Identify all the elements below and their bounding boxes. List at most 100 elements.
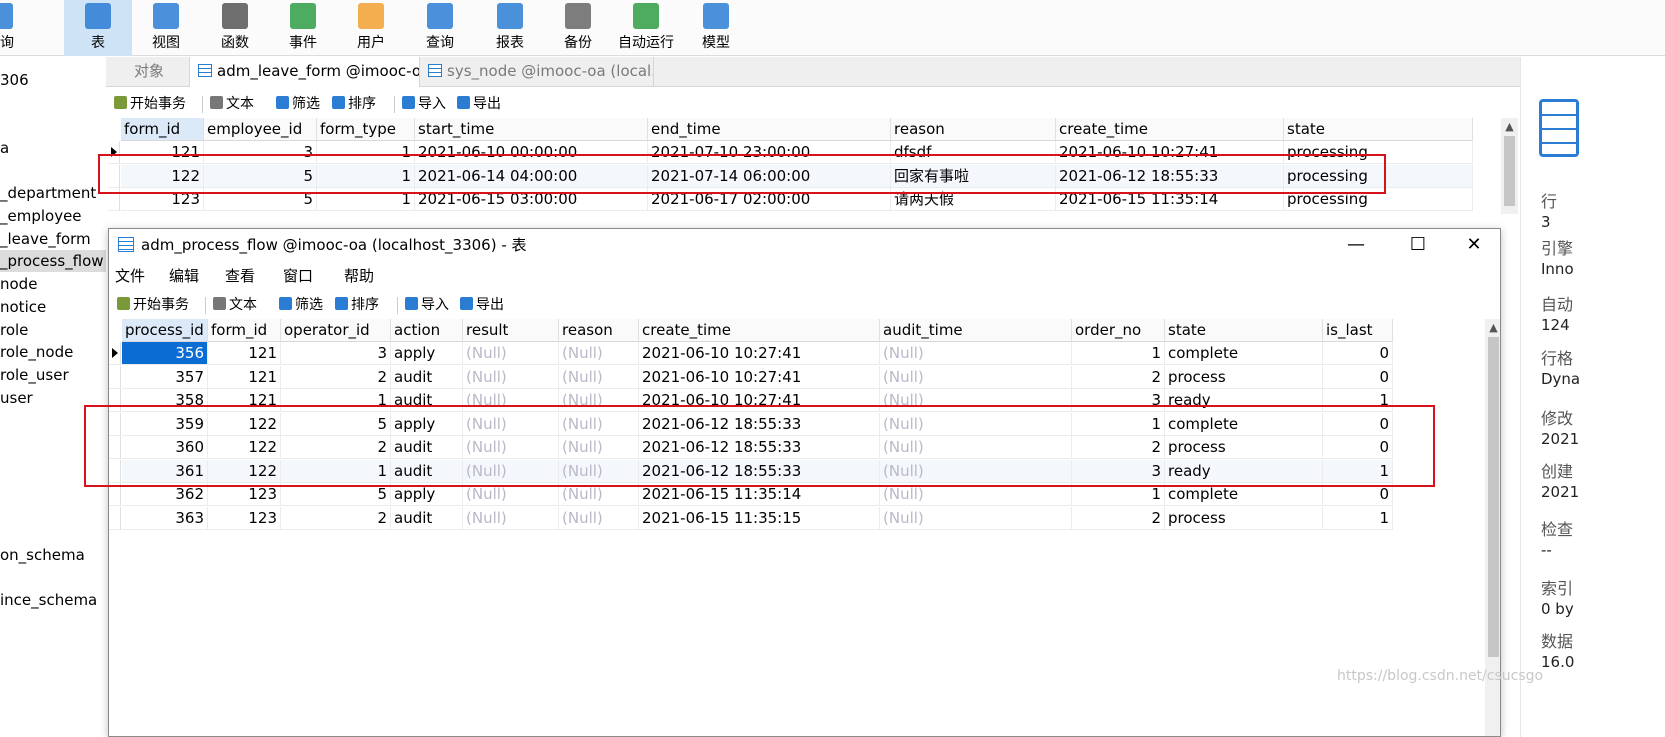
column-header-is-last[interactable]: is_last [1323,319,1393,342]
table-cell[interactable]: (Null) [880,365,1072,389]
row-indicator[interactable] [108,164,120,188]
table-cell[interactable]: (Null) [463,483,559,506]
window-title-bar[interactable]: adm_process_flow @imooc-oa (localhost_33… [109,229,1500,261]
row-indicator[interactable] [109,342,121,365]
table-cell[interactable]: 2 [1072,365,1165,389]
table-cell[interactable]: 1 [1072,412,1165,436]
table-cell[interactable]: 2021-06-12 18:55:33 [1056,164,1284,188]
close-button[interactable]: ✕ [1449,229,1499,261]
table-cell[interactable]: 1 [1323,389,1393,412]
import-button[interactable]: 导入 [402,94,446,114]
tree-item[interactable]: 306 [0,69,106,91]
table-cell[interactable]: (Null) [559,459,639,483]
table-cell[interactable]: 2021-06-17 02:00:00 [648,188,891,211]
tree-item[interactable]: ince_schema [0,589,106,611]
table-cell[interactable]: 122 [208,459,281,483]
table-cell[interactable]: 3 [204,141,317,164]
table-cell[interactable]: 122 [208,436,281,459]
table-cell[interactable]: 2021-06-15 11:35:14 [639,483,880,506]
ribbon-button-1[interactable]: 表 [64,0,132,56]
column-header-employee-id[interactable]: employee_id [204,118,317,141]
table-cell[interactable]: 3 [1072,389,1165,412]
column-header-end-time[interactable]: end_time [648,118,891,141]
table-cell[interactable]: ready [1165,389,1323,412]
scroll-up-icon[interactable]: ▲ [1501,118,1518,135]
menu-item[interactable]: 文件 [115,265,145,286]
table-cell[interactable]: (Null) [559,365,639,389]
table-cell[interactable]: 2 [281,365,391,389]
ribbon-button-6[interactable]: 查询 [406,0,474,56]
table-cell[interactable]: 2021-06-15 11:35:14 [1056,188,1284,211]
ribbon-button-3[interactable]: 函数 [201,0,269,56]
table-cell[interactable]: (Null) [463,459,559,483]
column-header-reason[interactable]: reason [891,118,1056,141]
table-cell[interactable]: 357 [122,365,208,389]
table-cell[interactable]: 359 [122,412,208,436]
table-cell[interactable]: (Null) [880,436,1072,459]
table-cell[interactable]: process [1165,506,1323,530]
table-cell[interactable]: 123 [208,506,281,530]
table-cell[interactable]: 121 [121,141,204,164]
row-indicator[interactable] [109,365,121,389]
table-cell[interactable]: (Null) [880,483,1072,506]
row-indicator[interactable] [109,412,121,436]
ribbon-button-7[interactable]: 报表 [476,0,544,56]
table-cell[interactable]: 2021-06-10 10:27:41 [639,365,880,389]
row-indicator[interactable] [108,188,120,211]
table-cell[interactable]: 5 [204,164,317,188]
table-cell[interactable]: (Null) [463,506,559,530]
table-cell[interactable]: 2 [1072,436,1165,459]
menu-item[interactable]: 编辑 [169,265,199,286]
table-cell[interactable]: 回家有事啦 [891,164,1056,188]
table-cell[interactable]: 2021-06-12 18:55:33 [639,436,880,459]
tree-item[interactable]: role_user [0,364,106,386]
table-cell[interactable]: 0 [1323,365,1393,389]
table-cell[interactable]: 1 [1323,506,1393,530]
table-cell[interactable]: 2021-06-10 10:27:41 [639,342,880,365]
table-cell[interactable]: 1 [317,164,415,188]
tab-2[interactable]: sys_node @imooc-oa (local... [420,57,654,87]
table-cell[interactable]: 5 [204,188,317,211]
table-cell[interactable]: dfsdf [891,141,1056,164]
ribbon-button-0[interactable]: 查询 [0,0,34,56]
table-cell[interactable]: apply [391,412,463,436]
tree-item[interactable]: user [0,387,106,409]
table-cell[interactable]: 2 [1072,506,1165,530]
table-cell[interactable]: 122 [208,412,281,436]
table-cell[interactable]: 1 [281,389,391,412]
table-cell[interactable]: processing [1284,164,1473,188]
table-cell[interactable]: 121 [208,365,281,389]
column-header-result[interactable]: result [463,319,559,342]
table-cell[interactable]: audit [391,389,463,412]
table-cell[interactable]: process [1165,436,1323,459]
tree-item[interactable]: role_node [0,341,106,363]
filter-button[interactable]: 筛选 [276,94,320,114]
table-cell[interactable]: processing [1284,141,1473,164]
table-cell[interactable]: 1 [281,459,391,483]
import-button[interactable]: 导入 [405,295,449,315]
table-cell[interactable]: (Null) [463,342,559,365]
table-cell[interactable]: (Null) [559,389,639,412]
tree-item[interactable]: notice [0,296,106,318]
table-cell[interactable]: apply [391,483,463,506]
tree-item[interactable]: on_schema [0,544,106,566]
table-cell[interactable]: (Null) [463,389,559,412]
table-cell[interactable]: 361 [122,459,208,483]
row-indicator[interactable] [109,389,121,412]
table-cell[interactable]: 2 [281,506,391,530]
tree-item[interactable]: _process_flow [0,250,106,272]
tree-item[interactable]: a [0,137,106,159]
begin-transaction-button[interactable]: 开始事务 [117,295,189,315]
column-header-reason[interactable]: reason [559,319,639,342]
ribbon-button-2[interactable]: 视图 [132,0,200,56]
table-cell[interactable]: 121 [208,389,281,412]
ribbon-button-5[interactable]: 用户 [337,0,405,56]
column-header-process-id[interactable]: process_id [122,319,208,342]
table-cell[interactable]: 1 [317,141,415,164]
column-header-create-time[interactable]: create_time [1056,118,1284,141]
column-header-form-type[interactable]: form_type [317,118,415,141]
table-cell[interactable]: 121 [208,342,281,365]
menu-item[interactable]: 查看 [225,265,255,286]
scroll-up-icon[interactable]: ▲ [1485,319,1500,336]
table-cell[interactable]: audit [391,436,463,459]
